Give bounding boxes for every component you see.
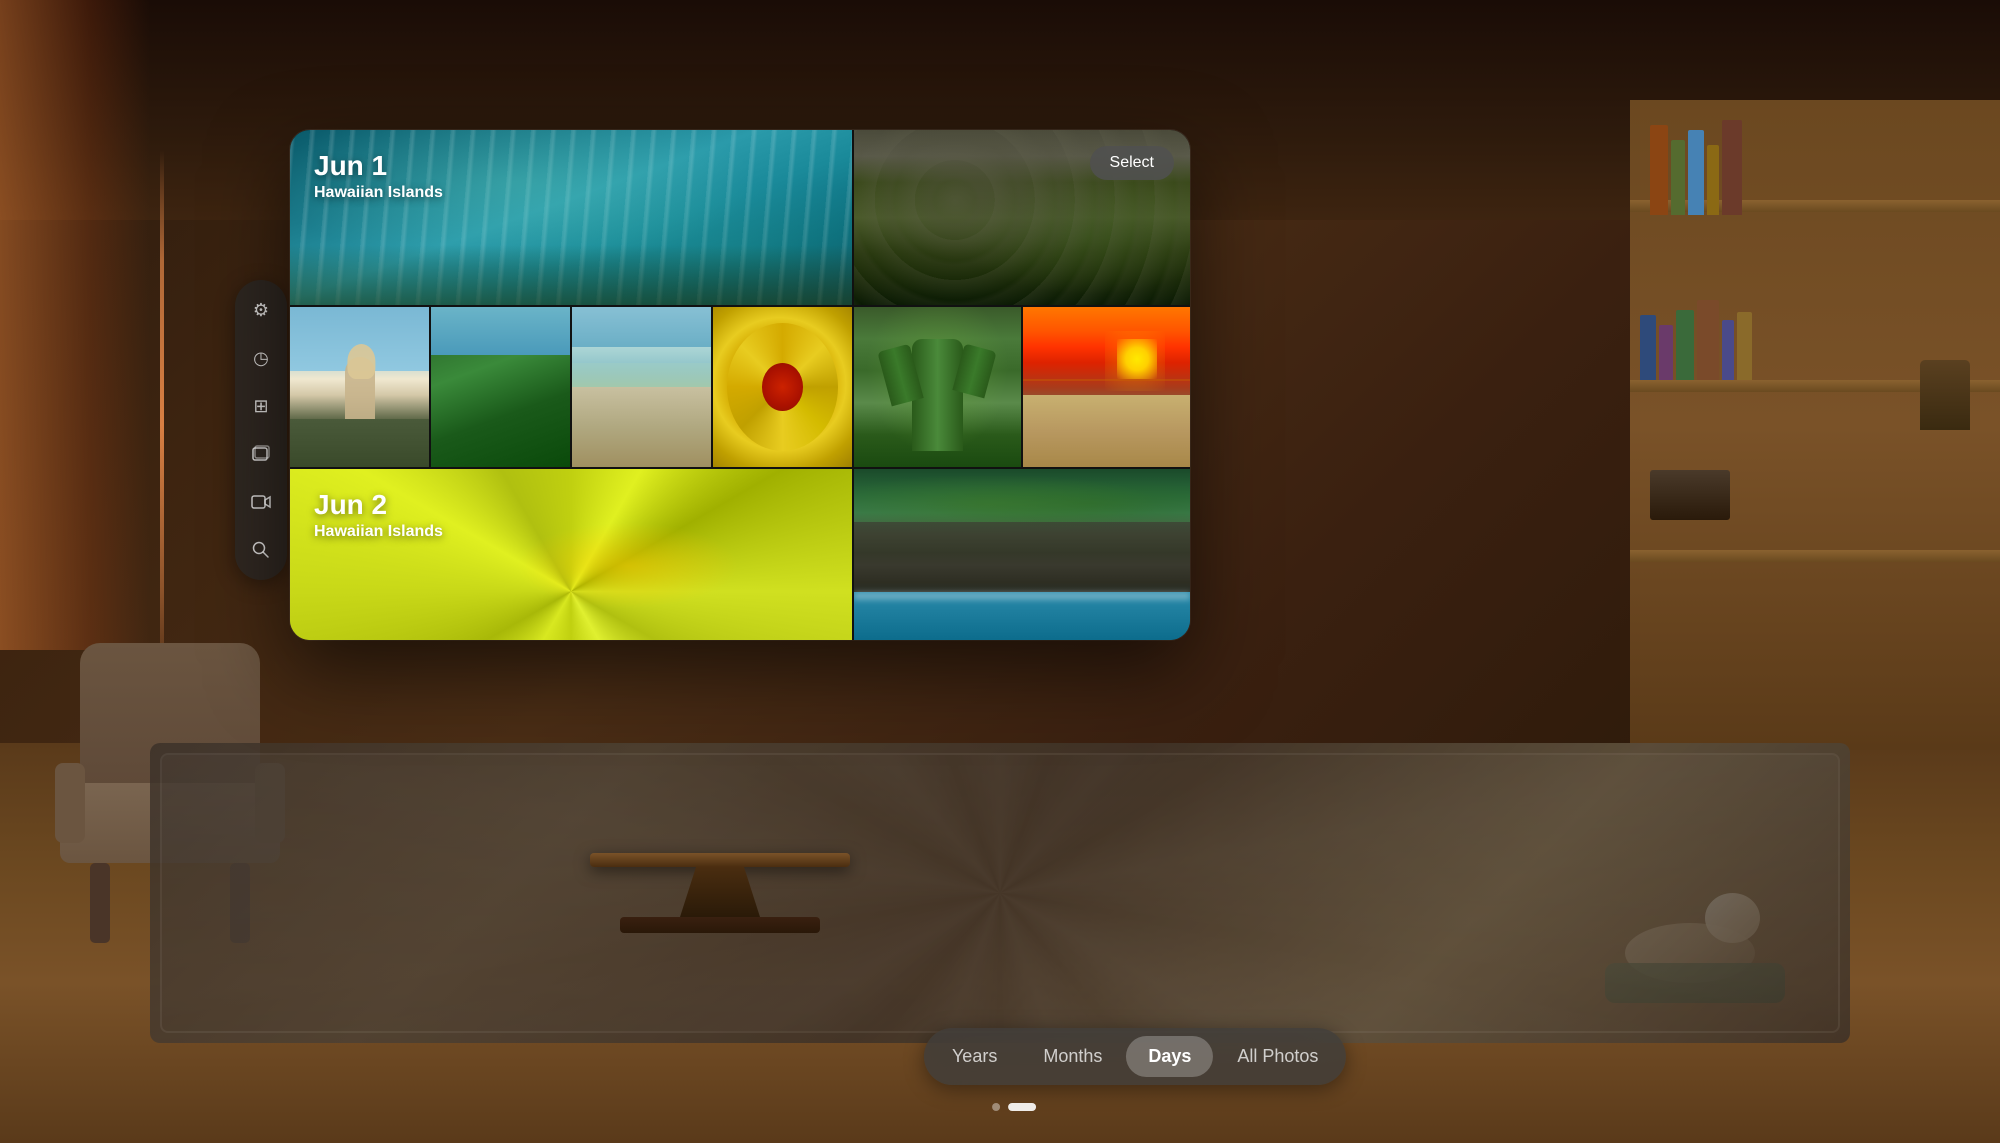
window-light <box>0 0 150 650</box>
ambient-light <box>160 150 164 700</box>
sidebar-icon-albums[interactable] <box>241 434 281 474</box>
scroll-dot-1 <box>992 1103 1000 1111</box>
jun2-large[interactable]: Jun 2 Hawaiian Islands <box>290 469 852 640</box>
jun1-header: Jun 1 Hawaiian Islands <box>290 130 852 305</box>
scroll-dot-2 <box>1008 1103 1036 1111</box>
shelf-plank <box>1630 550 2000 562</box>
jun2-location: Hawaiian Islands <box>314 523 443 541</box>
albums-icon <box>251 444 271 464</box>
tab-years[interactable]: Years <box>930 1036 1019 1077</box>
jun2-date: Jun 2 <box>314 489 443 521</box>
tab-months[interactable]: Months <box>1021 1036 1124 1077</box>
photos-grid: Jun 1 Hawaiian Islands <box>290 130 1190 640</box>
right-column: Select <box>854 130 1190 640</box>
photos-window: Jun 1 Hawaiian Islands <box>290 130 1190 640</box>
photo-sunset[interactable] <box>1023 307 1190 467</box>
photo-beach-waves[interactable] <box>572 307 711 467</box>
sidebar-icon-recents[interactable]: ◷ <box>241 338 281 378</box>
photo-woman-beach[interactable] <box>290 307 429 467</box>
floor-rug <box>150 743 1850 1043</box>
photo-cliff[interactable] <box>431 307 570 467</box>
jun2-date-label: Jun 2 Hawaiian Islands <box>314 489 443 541</box>
bookshelf-area <box>1630 100 2000 750</box>
right-mid-row <box>854 307 1190 467</box>
jun1-date: Jun 1 <box>314 150 443 182</box>
sidebar: ⚙ ◷ ⊞ <box>235 280 287 580</box>
photo-cactus[interactable] <box>854 307 1021 467</box>
sidebar-icon-video[interactable] <box>241 482 281 522</box>
photo-yellow-flower[interactable] <box>713 307 852 467</box>
photo-right-top[interactable]: Select <box>854 130 1190 305</box>
jun1-location: Hawaiian Islands <box>314 184 443 202</box>
photo-rocky-coast[interactable] <box>854 469 1190 640</box>
sidebar-icon-photos[interactable]: ⊞ <box>241 386 281 426</box>
scroll-indicator <box>992 1103 1036 1111</box>
video-icon <box>251 494 271 510</box>
tab-days[interactable]: Days <box>1126 1036 1213 1077</box>
tab-bar: Years Months Days All Photos <box>924 1028 1346 1085</box>
select-button[interactable]: Select <box>1090 146 1174 180</box>
sidebar-icon-search[interactable] <box>241 530 281 570</box>
jun1-photos-row <box>290 307 852 467</box>
search-icon <box>252 541 270 559</box>
tab-all-photos[interactable]: All Photos <box>1215 1036 1340 1077</box>
left-column: Jun 1 Hawaiian Islands <box>290 130 852 640</box>
display-stand <box>580 853 860 933</box>
jun1-date-label: Jun 1 Hawaiian Islands <box>314 150 443 202</box>
sidebar-icon-gear[interactable]: ⚙ <box>241 290 281 330</box>
